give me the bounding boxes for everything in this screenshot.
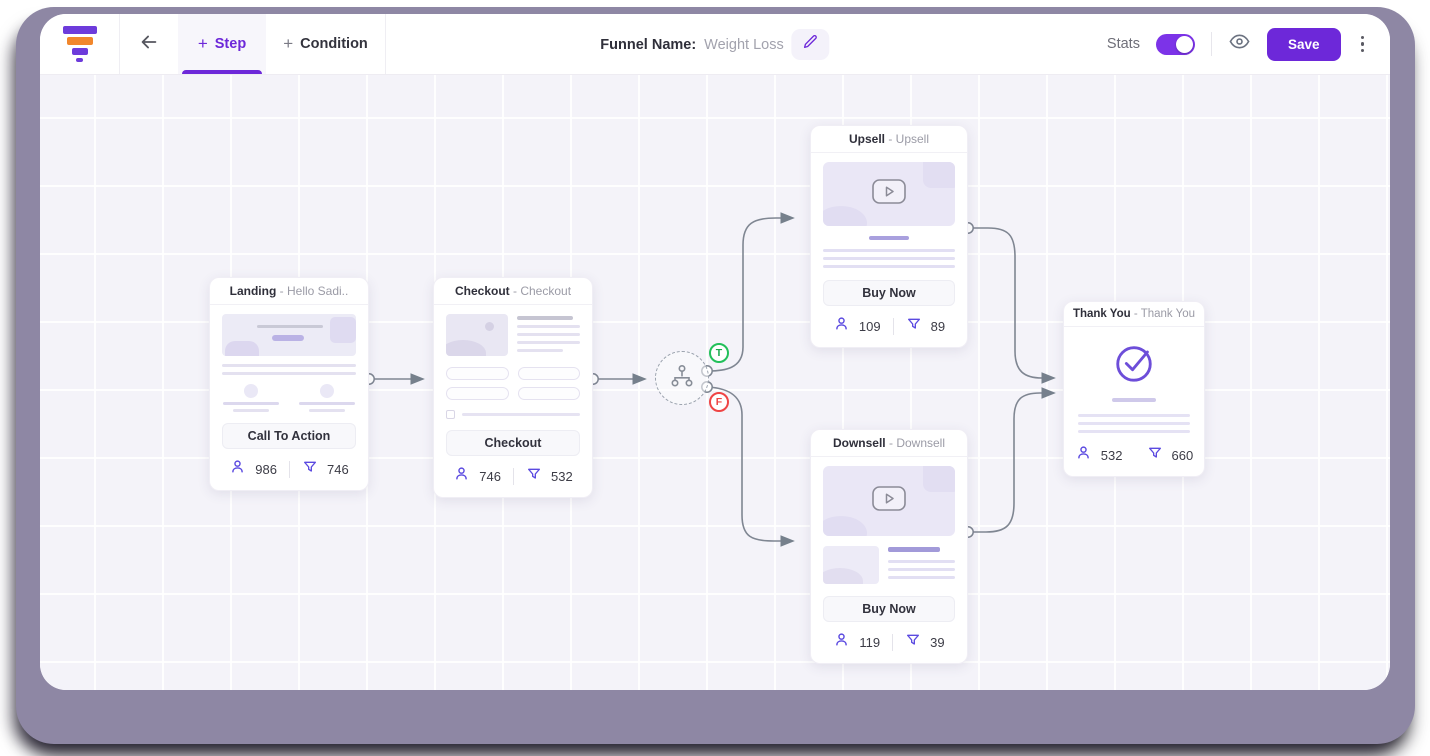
play-icon [872, 179, 906, 209]
visitors-count: 986 [255, 462, 277, 477]
cta-button[interactable]: Call To Action [222, 423, 356, 449]
flow-canvas[interactable]: Landing - Hello Sadi.. Call To Action 98… [40, 75, 1390, 690]
page-thumbnail [823, 162, 955, 268]
visitors-count: 119 [859, 635, 880, 650]
preview-button[interactable] [1228, 30, 1251, 58]
node-stats: 746 532 [446, 465, 580, 487]
app-logo[interactable] [40, 14, 120, 74]
split-icon [669, 364, 695, 393]
cta-button[interactable]: Buy Now [823, 280, 955, 306]
eye-icon [1228, 30, 1251, 58]
filtered-count: 89 [931, 319, 945, 334]
play-icon [872, 486, 906, 516]
visitors-count: 532 [1101, 448, 1123, 463]
filtered-count: 660 [1172, 448, 1194, 463]
node-stats: 986 746 [222, 458, 356, 480]
stats-toggle[interactable] [1156, 34, 1195, 55]
visitors-icon [833, 631, 850, 653]
funnel-name-value: Weight Loss [704, 37, 784, 53]
toolbar-right: Stats Save [1107, 14, 1390, 74]
back-button[interactable] [120, 14, 178, 74]
filter-icon [906, 316, 922, 337]
tab-condition-label: Condition [300, 36, 368, 52]
filter-icon [1147, 445, 1163, 466]
divider [1211, 32, 1212, 56]
node-stats: 109 89 [823, 315, 955, 337]
arrow-left-icon [138, 31, 160, 58]
more-menu-button[interactable] [1357, 32, 1369, 57]
filter-icon [526, 466, 542, 487]
node-stats: 119 39 [823, 631, 955, 653]
node-title: Downsell - Downsell [811, 430, 967, 457]
node-stats: 532 660 [1078, 444, 1190, 466]
check-circle-icon [1111, 341, 1157, 390]
filtered-count: 39 [930, 635, 944, 650]
save-button[interactable]: Save [1267, 28, 1341, 61]
plus-icon: + [283, 34, 293, 54]
node-downsell[interactable]: Downsell - Downsell [810, 429, 968, 664]
toggle-knob [1176, 36, 1193, 53]
node-landing[interactable]: Landing - Hello Sadi.. Call To Action 98… [209, 277, 369, 491]
visitors-icon [453, 465, 470, 487]
filter-icon [302, 459, 318, 480]
filter-icon [905, 632, 921, 653]
tab-step-label: Step [215, 36, 246, 52]
pencil-icon [803, 34, 819, 55]
page-thumbnail [1078, 341, 1190, 433]
filtered-count: 746 [327, 462, 349, 477]
cta-button[interactable]: Checkout [446, 430, 580, 456]
cta-button[interactable]: Buy Now [823, 596, 955, 622]
condition-node[interactable] [655, 351, 709, 405]
tab-add-condition[interactable]: + Condition [266, 14, 386, 74]
page-thumbnail [222, 314, 356, 412]
funnel-name-label: Funnel Name: [600, 37, 696, 53]
funnel-logo-icon [63, 26, 97, 62]
node-checkout[interactable]: Checkout - Checkout Checkout [433, 277, 593, 498]
visitors-icon [1075, 444, 1092, 466]
true-branch-badge: T [709, 343, 729, 363]
tab-add-step[interactable]: + Step [178, 14, 266, 74]
filtered-count: 532 [551, 469, 573, 484]
funnel-name-group: Funnel Name: Weight Loss [600, 14, 829, 75]
stats-label: Stats [1107, 36, 1140, 52]
app-window: + Step + Condition Funnel Name: Weight L… [40, 14, 1390, 690]
node-title: Landing - Hello Sadi.. [210, 278, 368, 305]
node-upsell[interactable]: Upsell - Upsell Buy Now 109 [810, 125, 968, 348]
edit-funnel-name-button[interactable] [792, 29, 830, 60]
visitors-icon [229, 458, 246, 480]
node-title: Upsell - Upsell [811, 126, 967, 153]
node-thank-you[interactable]: Thank You - Thank You 532 [1063, 301, 1205, 477]
page-thumbnail [823, 466, 955, 584]
toolbar: + Step + Condition Funnel Name: Weight L… [40, 14, 1390, 75]
node-title: Thank You - Thank You [1064, 302, 1204, 327]
visitors-count: 109 [859, 319, 881, 334]
visitors-count: 746 [479, 469, 501, 484]
false-branch-badge: F [709, 392, 729, 412]
plus-icon: + [198, 34, 208, 54]
page-thumbnail [446, 314, 580, 419]
node-title: Checkout - Checkout [434, 278, 592, 305]
visitors-icon [833, 315, 850, 337]
